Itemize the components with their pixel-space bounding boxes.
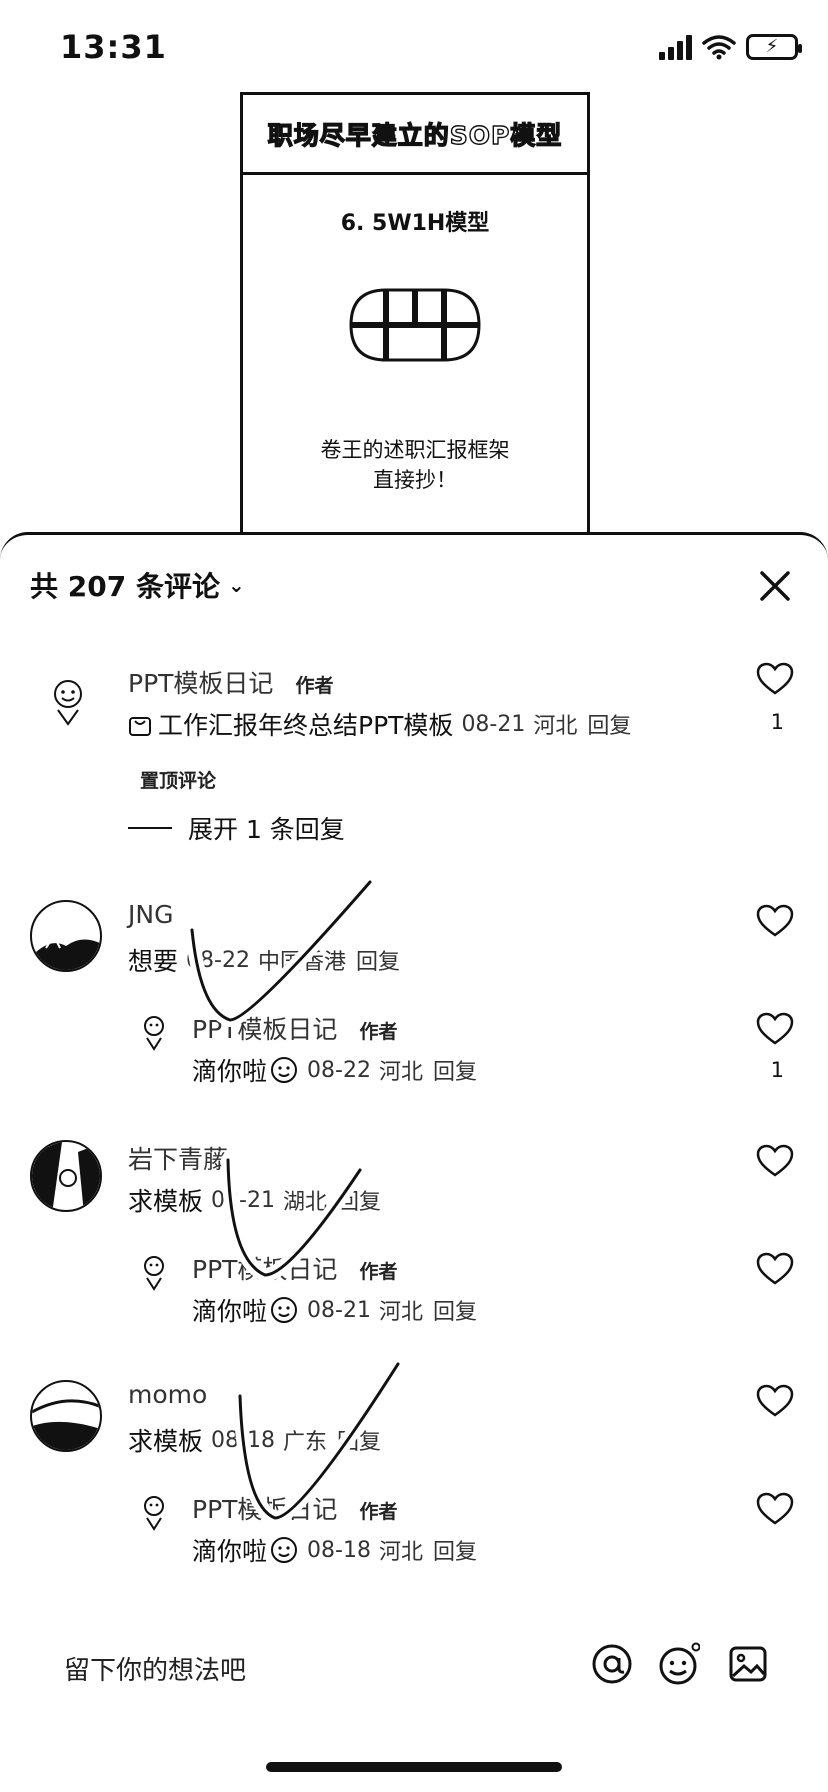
- reply-button[interactable]: 回复: [587, 708, 631, 740]
- status-time: 13:31: [60, 28, 167, 66]
- comment-input[interactable]: 留下你的想法吧: [64, 1650, 246, 1687]
- like-heart-icon[interactable]: [756, 1012, 794, 1046]
- reply-text: 滴你啦 08-22 河北 回复: [192, 1052, 477, 1088]
- comment-count-dropdown[interactable]: 共 207 条评论 ⌄: [30, 565, 245, 605]
- comment-text: 工作汇报年终总结PPT模板 08-21 河北 回复: [128, 706, 631, 742]
- reply-button[interactable]: 回复: [433, 1294, 477, 1326]
- avatar[interactable]: [134, 1492, 174, 1532]
- avatar[interactable]: [30, 900, 102, 972]
- reply-text: 滴你啦 08-21 河北 回复: [192, 1292, 477, 1328]
- divider: [128, 827, 172, 829]
- like-heart-icon[interactable]: [756, 1252, 794, 1286]
- wifi-icon: [702, 35, 736, 60]
- note-card-caption: 卷王的述职汇报框架 直接抄！: [320, 438, 510, 492]
- like-heart-icon[interactable]: [756, 662, 794, 696]
- note-card-subtitle: 6. 5W1H模型: [340, 211, 490, 236]
- expand-replies-button[interactable]: 展开 1 条回复: [128, 810, 345, 846]
- like-heart-icon[interactable]: [756, 904, 794, 938]
- shopping-bag-icon: [129, 717, 151, 736]
- avatar[interactable]: [40, 674, 96, 730]
- avatar[interactable]: [30, 1140, 102, 1212]
- home-indicator[interactable]: [266, 1762, 562, 1772]
- checkmark-annotation-icon: [221, 1153, 367, 1283]
- reply-button[interactable]: 回复: [433, 1054, 477, 1086]
- reply-button[interactable]: 回复: [433, 1534, 477, 1566]
- comment-link[interactable]: 工作汇报年终总结PPT模板: [158, 706, 453, 742]
- note-card-header: 职场尽早建立的SOP模型: [243, 95, 587, 175]
- author-badge: 作者: [295, 675, 334, 697]
- checkmark-annotation-icon: [185, 875, 377, 1028]
- comment-input-bar: 留下你的想法吧: [0, 1630, 828, 1710]
- comment-author-name[interactable]: JNG: [128, 900, 173, 929]
- checkmark-annotation-icon: [233, 1357, 405, 1526]
- avatar[interactable]: [134, 1252, 174, 1292]
- battery-icon: ⚡: [746, 34, 802, 60]
- like-heart-icon[interactable]: [756, 1384, 794, 1418]
- comments-header: 共 207 条评论 ⌄: [30, 565, 798, 615]
- pinned-label: 置顶评论: [140, 770, 217, 792]
- framework-grid-icon: [243, 287, 587, 363]
- avatar[interactable]: [30, 1380, 102, 1452]
- like-heart-icon[interactable]: [756, 1144, 794, 1178]
- image-picker-icon[interactable]: [726, 1642, 770, 1686]
- reply-text: 滴你啦 08-18 河北 回复: [192, 1532, 477, 1568]
- like-count: 1: [770, 1058, 784, 1082]
- cellular-signal-icon: [659, 34, 692, 60]
- avatar[interactable]: [134, 1012, 174, 1052]
- smile-emoji-icon: [271, 1297, 298, 1323]
- like-count: 1: [770, 710, 784, 734]
- close-icon[interactable]: [752, 563, 798, 609]
- comment-author-name[interactable]: PPT模板日记 作者: [128, 664, 333, 700]
- note-card: 职场尽早建立的SOP模型 6. 5W1H模型 卷王的述职汇报框架 直接抄！: [240, 92, 590, 552]
- emoji-picker-icon[interactable]: [656, 1642, 700, 1686]
- smile-emoji-icon: [271, 1537, 298, 1563]
- status-icons: ⚡: [659, 34, 802, 60]
- comment-author-name[interactable]: 岩下青藤: [128, 1140, 228, 1176]
- chevron-down-icon: ⌄: [227, 573, 245, 597]
- smile-emoji-icon: [271, 1057, 298, 1083]
- note-card-title: 职场尽早建立的SOP模型: [267, 120, 563, 150]
- comment-author-name[interactable]: momo: [128, 1380, 207, 1409]
- status-bar: 13:31 ⚡: [0, 0, 828, 100]
- mention-at-icon[interactable]: [590, 1642, 634, 1686]
- like-heart-icon[interactable]: [756, 1492, 794, 1526]
